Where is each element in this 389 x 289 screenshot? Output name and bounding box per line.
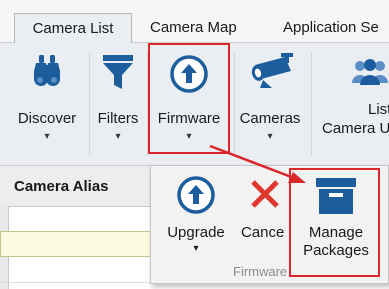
list-users-label-line1: List [368,101,389,118]
firmware-label: Firmware [157,110,221,127]
tab-application-settings[interactable]: Application Se [283,13,389,43]
filter-funnel-icon [100,53,136,95]
tab-camera-list[interactable]: Camera List [14,13,132,43]
chevron-down-icon: ▾ [44,131,50,142]
column-header-camera-alias[interactable]: Camera Alias [14,178,109,195]
cancel-button[interactable]: Cance [239,172,289,256]
users-icon [352,57,388,91]
discover-label: Discover [17,110,77,127]
firmware-group-label: Firmware [233,264,288,279]
upload-circle-icon [177,176,215,218]
tab-camera-map[interactable]: Camera Map [150,13,260,43]
chevron-down-icon: ▾ [186,131,192,142]
firmware-button[interactable]: Firmware ▾ [148,43,230,154]
list-users-label-line2: Camera U [322,120,389,137]
filters-button[interactable]: Filters ▾ [91,47,145,159]
upgrade-label: Upgrade [167,224,225,241]
binoculars-icon [30,53,64,93]
cancel-label: Cance [241,224,285,241]
discover-button[interactable]: Discover ▾ [12,47,82,159]
upload-circle-icon [170,55,208,97]
filters-label: Filters [97,110,139,127]
ribbon-separator [311,52,312,156]
ribbon-separator [89,52,90,156]
security-camera-icon [245,49,297,97]
cameras-button[interactable]: Cameras ▾ [235,47,305,159]
cameras-label: Cameras [239,110,301,127]
upgrade-button[interactable]: Upgrade ▾ [157,172,235,256]
manage-packages-highlight [289,168,380,277]
cancel-x-icon [249,178,281,214]
list-camera-users-button[interactable]: List Camera U [316,47,389,159]
chevron-down-icon: ▾ [115,131,121,142]
chevron-down-icon: ▾ [267,131,273,142]
chevron-down-icon: ▾ [193,243,199,254]
